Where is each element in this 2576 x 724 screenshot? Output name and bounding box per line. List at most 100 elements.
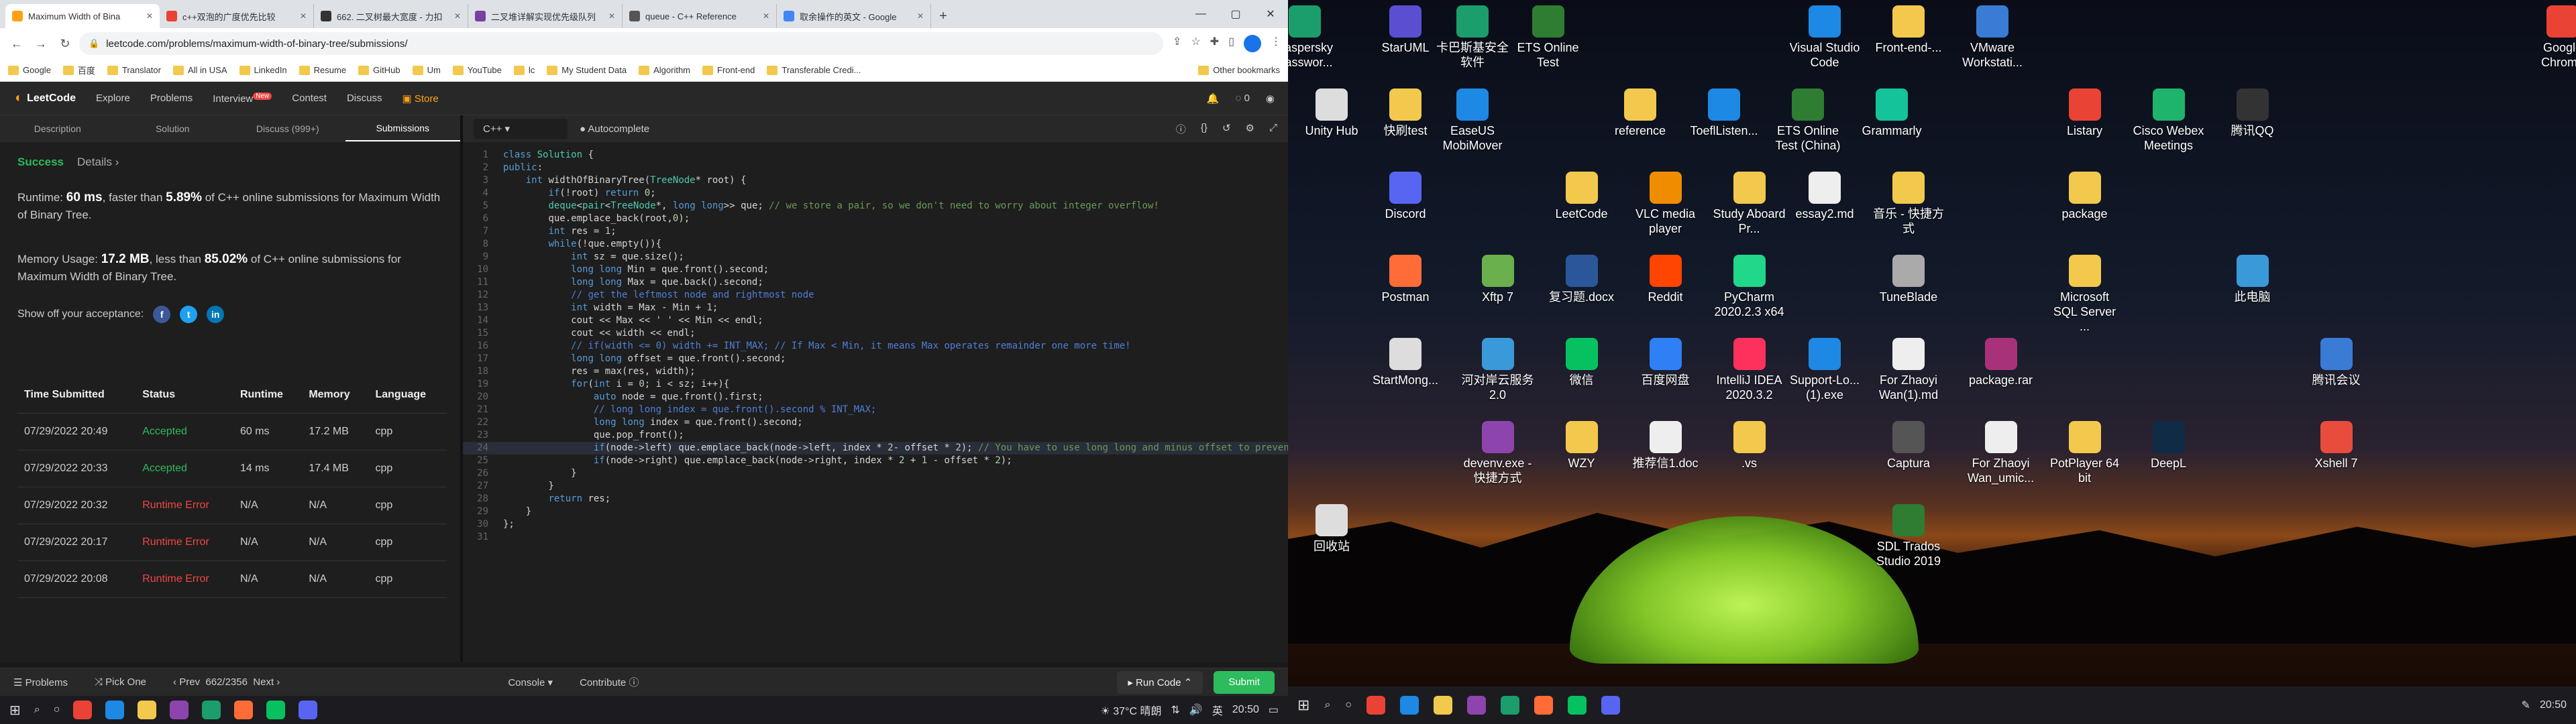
desktop-icon[interactable]: 回收站 [1295, 504, 1368, 554]
user-icon[interactable]: ◉ [1266, 93, 1275, 105]
vscode-taskbar-icon[interactable] [105, 701, 125, 719]
desktop-icon[interactable]: Kaspersky Passwor... [1288, 5, 1342, 70]
restore-icon[interactable]: ▢ [1218, 7, 1253, 21]
bookmark-item[interactable]: All in USA [172, 65, 227, 75]
desktop-icon[interactable]: Google Chrome [2526, 5, 2576, 70]
desktop-icon[interactable]: Microsoft SQL Server ... [2048, 255, 2122, 334]
braces-icon[interactable]: {} [1201, 122, 1208, 136]
nav-interview[interactable]: Interview New [213, 92, 272, 105]
desktop-icon[interactable]: Xftp 7 [1461, 255, 1535, 304]
status-cell[interactable]: Accepted [136, 413, 233, 450]
bookmark-item[interactable]: Um [412, 65, 441, 75]
close-icon[interactable]: ✕ [300, 11, 307, 21]
desktop-icon[interactable]: package.rar [1964, 338, 2038, 387]
column-header[interactable]: Language [368, 377, 447, 414]
vscode-taskbar-icon-2[interactable] [1400, 696, 1419, 715]
minimize-icon[interactable]: — [1183, 8, 1218, 20]
desktop-icon[interactable]: 卡巴斯基安全软件 [1436, 5, 1509, 70]
edge-taskbar-icon[interactable] [202, 701, 221, 719]
nav-problems[interactable]: Problems [150, 93, 193, 104]
desktop-icon[interactable]: 腾讯QQ [2216, 88, 2290, 138]
desktop-icon[interactable]: Xshell 7 [2300, 421, 2373, 471]
desktop-icon[interactable]: 此电脑 [2216, 255, 2290, 304]
desktop-icon[interactable]: Visual Studio Code [1788, 5, 1862, 70]
desktop-icon[interactable]: Captura [1872, 421, 1945, 471]
bookmark-item[interactable]: My Student Data [547, 65, 627, 75]
notification-icon[interactable]: ▭ [1269, 703, 1279, 717]
reload-icon[interactable]: ↻ [55, 34, 75, 54]
pen-icon[interactable]: ✎ [2522, 699, 2530, 712]
desktop-icon[interactable]: reference [1603, 88, 1677, 138]
bookmark-item[interactable]: YouTube [452, 65, 502, 75]
explorer-taskbar-icon[interactable] [138, 701, 157, 719]
settings-icon[interactable]: ⚙ [1246, 122, 1254, 136]
desktop-icon[interactable]: IntelliJ IDEA 2020.3.2 [1713, 338, 1786, 402]
desktop-icon[interactable]: PyCharm 2020.2.3 x64 [1713, 255, 1786, 319]
desktop-icon[interactable]: 快刷test [1368, 88, 1442, 138]
browser-tab[interactable]: 取余操作的英文 - Google ✕ [777, 4, 931, 28]
desktop-icon[interactable]: 微信 [1545, 338, 1619, 387]
bookmark-item[interactable]: Front-end [702, 65, 755, 75]
wechat-taskbar-icon-2[interactable] [1568, 696, 1587, 715]
code-area[interactable]: 1 class Solution {2 public: 3 int widthOfBi… [463, 149, 1288, 544]
chrome-taskbar-icon-2[interactable] [1366, 696, 1386, 715]
search-icon[interactable]: ⌕ [34, 704, 40, 716]
desktop-icon[interactable]: StarUML [1368, 5, 1442, 55]
discord-taskbar-icon-2[interactable] [1601, 696, 1621, 715]
desktop-icon[interactable]: VLC media player [1629, 172, 1703, 236]
close-window-icon[interactable]: ✕ [1253, 7, 1288, 21]
desktop-icon[interactable]: Postman [1368, 255, 1442, 304]
desktop-icon[interactable]: ETS Online Test [1511, 5, 1585, 70]
console-button[interactable]: Console ▾ [508, 676, 553, 688]
desktop-icon[interactable]: ToeflListen... [1687, 88, 1761, 138]
browser-tab[interactable]: c++双泡的广度优先比较 ✕ [160, 4, 314, 28]
browser-tab[interactable]: queue - C++ Reference ✕ [623, 4, 777, 28]
tab-discuss[interactable]: Discuss (999+) [230, 117, 345, 141]
table-row[interactable]: 07/29/2022 20:08 Runtime Error N/A N/A cpp [17, 560, 447, 598]
bookmark-item[interactable]: LinkedIn [239, 65, 287, 75]
submit-button[interactable]: Submit [1214, 670, 1275, 694]
tab-solution[interactable]: Solution [115, 117, 231, 141]
pick-one-button[interactable]: ⤨ Pick One [95, 676, 146, 688]
desktop-icon[interactable]: 河对岸云服务2.0 [1461, 338, 1535, 402]
problems-button[interactable]: ☰ Problems [13, 676, 68, 688]
desktop-icon[interactable]: essay2.md [1788, 172, 1862, 221]
desktop-icon[interactable]: SDL Trados Studio 2019 [1872, 504, 1945, 568]
desktop-icon[interactable]: For Zhaoyi Wan_umic... [1964, 421, 2038, 485]
desktop-icon[interactable]: Study Aboard Pr... [1713, 172, 1786, 236]
menu-icon[interactable]: ⋮ [1271, 35, 1281, 52]
desktop-icon[interactable]: .vs [1713, 421, 1786, 471]
linkedin-icon[interactable]: in [207, 306, 225, 323]
column-header[interactable]: Runtime [233, 377, 303, 414]
bookmark-item[interactable]: Transferable Credi... [767, 65, 861, 75]
prev-button[interactable]: ‹ Prev [173, 676, 200, 688]
desktop-icon[interactable]: ETS Online Test (China) [1771, 88, 1845, 153]
fullscreen-icon[interactable]: ⤢ [1269, 122, 1277, 136]
desktop-icon[interactable]: Reddit [1629, 255, 1703, 304]
sidepanel-icon[interactable]: ▯ [1228, 35, 1234, 52]
desktop-icon[interactable]: WZY [1545, 421, 1619, 471]
desktop-icon[interactable]: 百度网盘 [1629, 338, 1703, 387]
desktop-icon[interactable]: 复习题.docx [1545, 255, 1619, 304]
network-icon[interactable]: ⇅ [1171, 703, 1179, 717]
windows-start-icon[interactable]: ⊞ [9, 702, 21, 719]
desktop-icon[interactable]: Front-end-... [1872, 5, 1945, 55]
tab-description[interactable]: Description [0, 117, 115, 141]
table-row[interactable]: 07/29/2022 20:33 Accepted 14 ms 17.4 MB cpp [17, 450, 447, 487]
reset-icon[interactable]: ↺ [1222, 122, 1231, 136]
coins[interactable]: ◌ 0 [1235, 93, 1249, 105]
desktop-icon[interactable]: Listary [2048, 88, 2122, 138]
desktop-icon[interactable]: package [2048, 172, 2122, 221]
desktop-icon[interactable]: 音乐 - 快捷方式 [1872, 172, 1945, 236]
discord-taskbar-icon[interactable] [299, 701, 318, 719]
visual-studio-taskbar-icon-2[interactable] [1467, 696, 1487, 715]
leetcode-logo[interactable]: ◖ LeetCode [13, 90, 76, 106]
desktop-icon[interactable]: 腾讯会议 [2300, 338, 2373, 387]
desktop-icon[interactable]: EaseUS MobiMover [1436, 88, 1509, 153]
autocomplete-toggle[interactable]: ● Autocomplete [580, 123, 649, 135]
bookmark-item[interactable]: Algorithm [639, 65, 690, 75]
nav-store[interactable]: ▣ Store [402, 93, 438, 105]
weather-widget[interactable]: ☀ 37°C 晴朗 [1100, 702, 1161, 718]
table-row[interactable]: 07/29/2022 20:32 Runtime Error N/A N/A cpp [17, 487, 447, 524]
desktop-icon[interactable]: Unity Hub [1295, 88, 1368, 138]
